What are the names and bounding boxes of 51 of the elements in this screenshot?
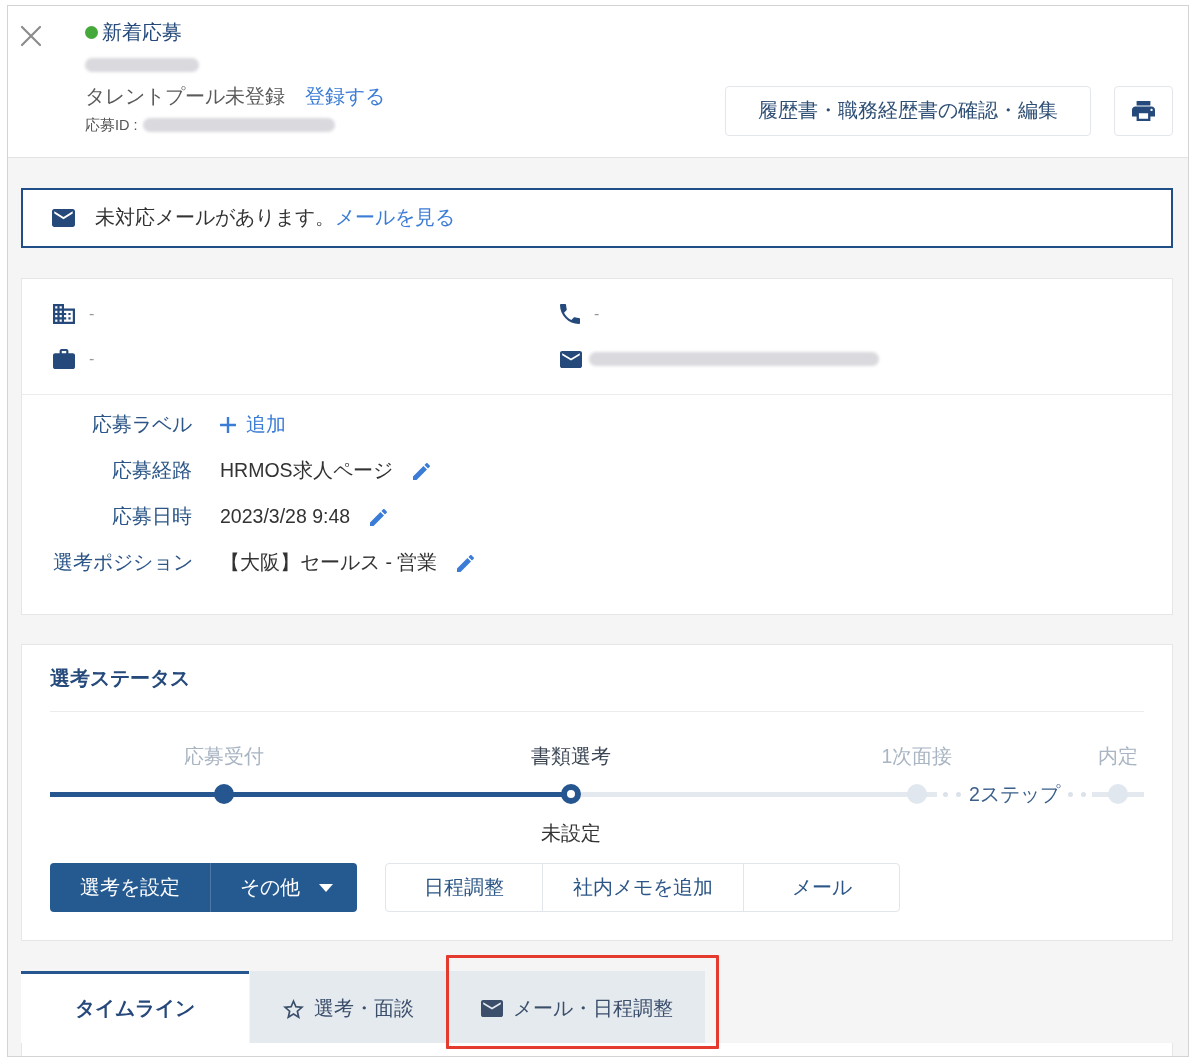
field-value: HRMOS求人ページ xyxy=(220,458,393,484)
action-button[interactable]: メール xyxy=(743,864,899,911)
more-dropdown-button[interactable]: その他 xyxy=(210,863,357,912)
add-label-button[interactable]: 追加 xyxy=(220,410,286,440)
dotted-line-icon xyxy=(1067,791,1086,797)
step-label: 書類選考 xyxy=(530,744,611,768)
collapsed-steps-label[interactable]: 2ステップ xyxy=(969,784,1060,804)
building-icon xyxy=(53,304,75,324)
notice-text: 未対応メールがあります。メールを見る xyxy=(95,205,455,231)
resume-edit-button[interactable]: 履歴書・職務経歴書の確認・編集 xyxy=(725,86,1091,136)
field-label: 応募経路 xyxy=(111,458,192,484)
envelope-icon xyxy=(480,1000,503,1017)
register-link[interactable]: 登録する xyxy=(305,83,385,109)
plus-icon xyxy=(220,417,236,433)
star-icon xyxy=(283,998,304,1019)
status-label: 新着応募 xyxy=(102,20,182,44)
pencil-icon[interactable] xyxy=(457,554,475,572)
dotted-line-icon xyxy=(943,791,962,797)
step-label: 応募受付 xyxy=(184,744,264,768)
close-icon xyxy=(20,25,42,47)
view-mail-link[interactable]: メールを見る xyxy=(335,206,455,229)
briefcase-icon xyxy=(53,349,75,369)
contact-value: - xyxy=(89,304,95,324)
step-label: 1次面接 xyxy=(881,744,953,768)
field-label: 選考ポジション xyxy=(53,550,192,576)
pencil-icon[interactable] xyxy=(412,462,430,480)
talent-pool-status: タレントプール未登録 xyxy=(85,84,285,109)
section-title: 選考ステータス xyxy=(50,666,191,690)
field-label: 応募日時 xyxy=(111,504,192,530)
phone-icon xyxy=(560,304,580,324)
tab[interactable]: 選考・面談 xyxy=(250,971,447,1043)
set-selection-button[interactable]: 選考を設定 xyxy=(50,863,210,912)
envelope-icon xyxy=(52,209,75,227)
application-id-label: 応募ID : xyxy=(85,116,138,135)
field-value: 2023/3/28 9:48 xyxy=(220,504,351,530)
pencil-icon[interactable] xyxy=(370,508,388,526)
step-note: 未設定 xyxy=(540,821,601,845)
tab[interactable]: タイムライン xyxy=(21,971,249,1043)
field-label: 応募ラベル xyxy=(91,412,192,438)
field-value: 【大阪】セールス - 営業 xyxy=(220,550,438,576)
action-button[interactable]: 社内メモを追加 xyxy=(542,864,743,911)
tab[interactable]: メール・日程調整 xyxy=(448,971,705,1043)
caret-icon xyxy=(319,883,333,892)
action-button[interactable]: 日程調整 xyxy=(386,864,542,911)
step-label: 内定 xyxy=(1098,744,1138,768)
print-button[interactable] xyxy=(1114,86,1173,136)
printer-icon xyxy=(1132,101,1155,121)
contact-value: - xyxy=(89,349,95,369)
contact-value: - xyxy=(594,304,600,324)
envelope-icon xyxy=(560,350,582,368)
close-button[interactable] xyxy=(20,25,42,47)
